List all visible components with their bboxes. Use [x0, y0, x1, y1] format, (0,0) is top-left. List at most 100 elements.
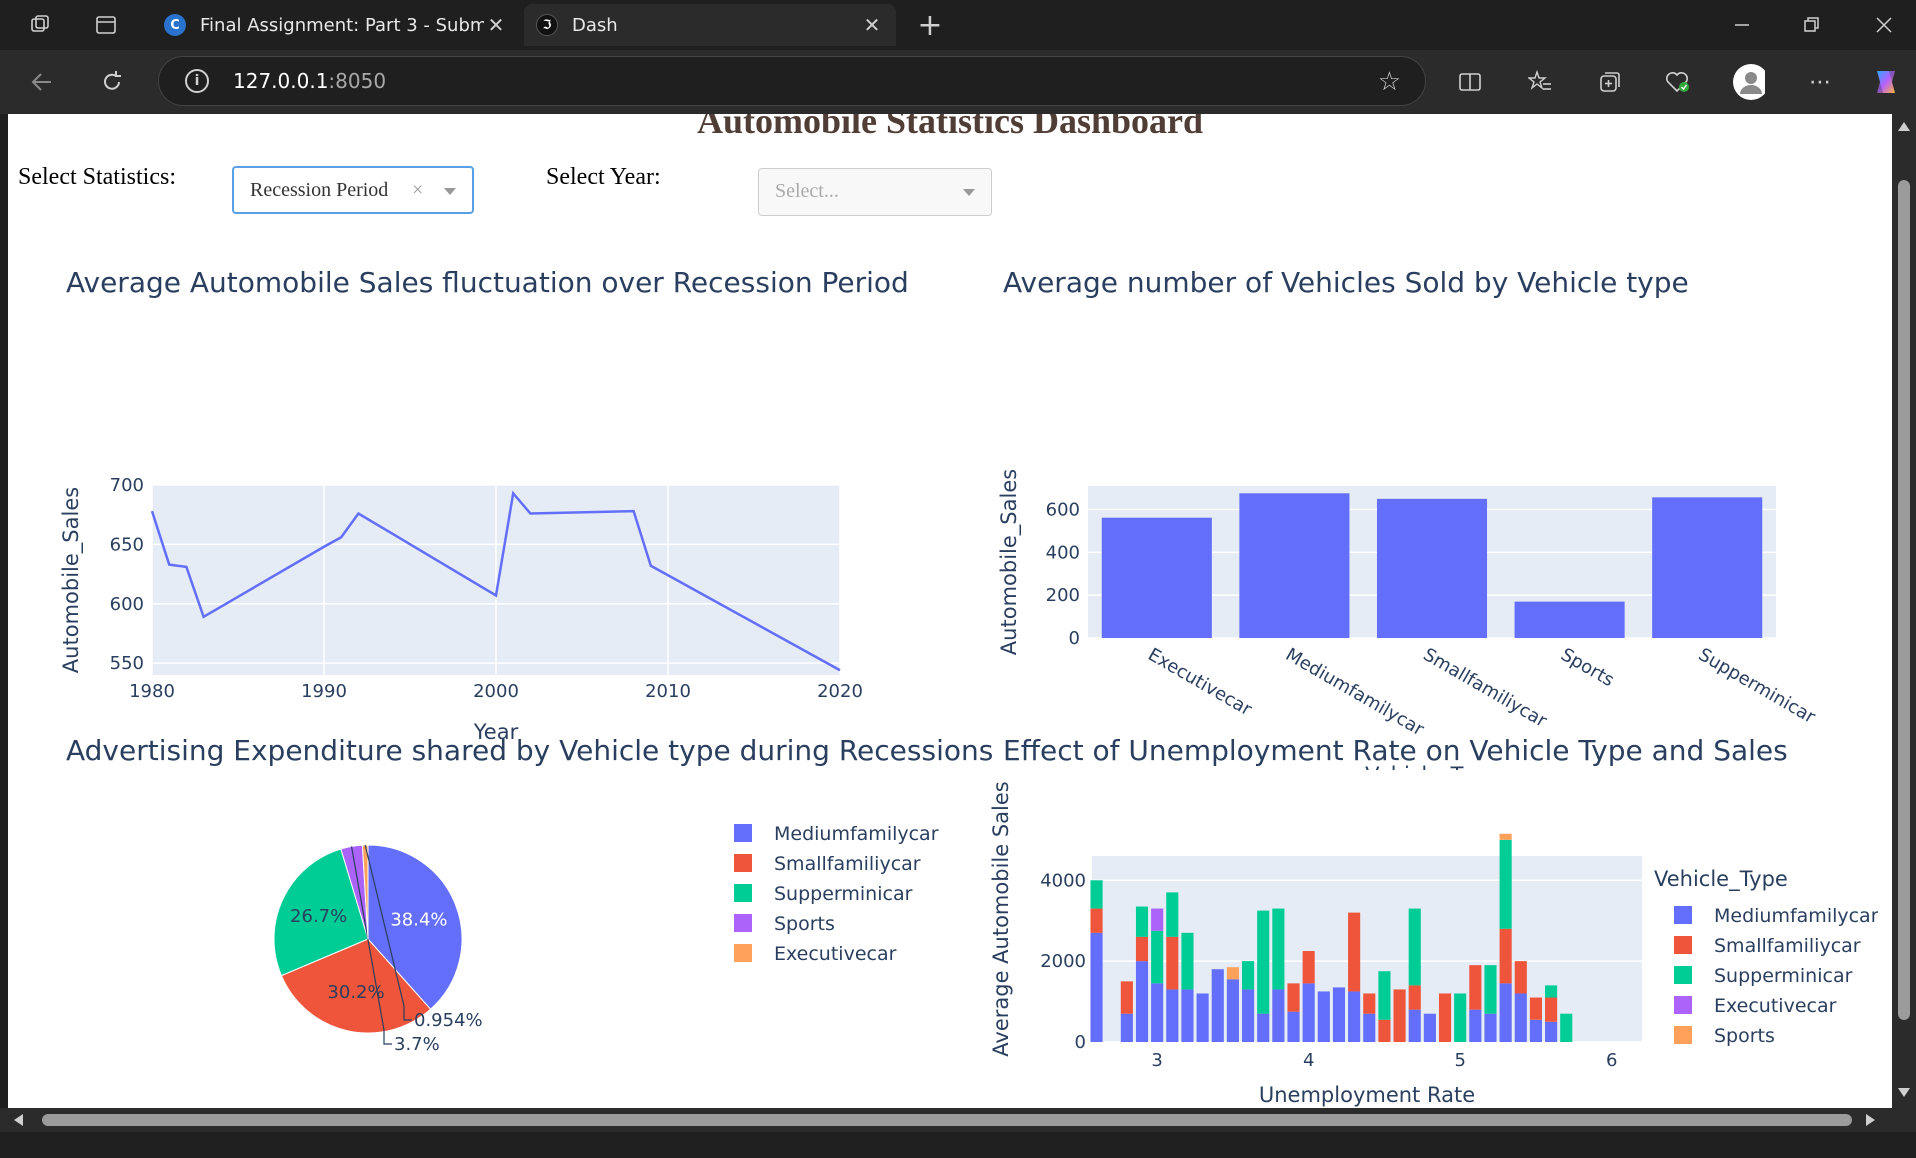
bar-segment — [1484, 965, 1497, 1014]
url-bar[interactable]: i 127.0.0.1:8050 ☆ — [158, 56, 1426, 106]
x-tick-label: 2000 — [473, 681, 519, 702]
vertical-scroll-thumb[interactable] — [1898, 180, 1910, 1020]
year-dropdown[interactable]: Select... — [758, 168, 992, 216]
x-tick-label: 1980 — [129, 681, 175, 702]
bar-segment — [1120, 1013, 1133, 1042]
horizontal-scroll-thumb[interactable] — [42, 1114, 1852, 1126]
bar — [1652, 497, 1763, 638]
bar-segment — [1393, 989, 1406, 1042]
y-tick-label: 0 — [1075, 1032, 1086, 1053]
tab-title: Final Assignment: Part 3 - Submis — [200, 14, 484, 36]
legend-swatch — [1674, 966, 1692, 984]
more-options-icon[interactable]: ⋯ — [1804, 66, 1836, 98]
legend-label: Sports — [1714, 1025, 1775, 1047]
window-close-icon[interactable] — [1868, 9, 1900, 41]
bar-segment — [1560, 1013, 1573, 1042]
bar-segment — [1242, 961, 1255, 990]
slice-label: 26.7% — [290, 906, 347, 927]
collections-icon[interactable] — [1594, 66, 1626, 98]
horizontal-scrollbar[interactable] — [0, 1108, 1916, 1132]
bar-segment — [1317, 991, 1330, 1042]
back-icon[interactable] — [26, 66, 58, 98]
tab-title: Dash — [572, 14, 618, 36]
y-tick-label: 0 — [1069, 628, 1080, 649]
bar-segment — [1363, 993, 1376, 1014]
vertical-scrollbar[interactable] — [1892, 114, 1916, 1108]
slice-label: 0.954% — [414, 1010, 483, 1031]
legend-swatch — [1674, 1026, 1692, 1044]
restore-icon[interactable] — [1796, 9, 1828, 41]
bar-segment — [1423, 1013, 1436, 1042]
bar-segment — [1469, 965, 1482, 1010]
bar-segment — [1226, 967, 1239, 980]
tab-dash[interactable]: ℑ Dash ✕ — [524, 4, 896, 46]
dash-icon: ℑ — [536, 14, 558, 36]
info-icon[interactable]: i — [185, 69, 209, 93]
bar-segment — [1378, 1019, 1391, 1042]
bar-segment — [1135, 961, 1149, 1042]
dashboard-title: Automobile Statistics Dashboard — [696, 114, 1204, 141]
bar-segment — [1181, 989, 1194, 1042]
bar-segment — [1484, 1013, 1497, 1042]
bar — [1101, 517, 1212, 638]
refresh-icon[interactable] — [96, 66, 128, 98]
bar-segment — [1348, 991, 1361, 1042]
y-tick-label: 650 — [110, 534, 144, 555]
legend-swatch — [734, 854, 752, 872]
x-tick-label: Executivecar — [1144, 644, 1255, 720]
y-tick-label: 600 — [1046, 500, 1080, 521]
minimize-icon[interactable] — [1726, 9, 1758, 41]
bar-segment — [1408, 908, 1421, 986]
bar-segment — [1302, 983, 1315, 1042]
legend-swatch — [734, 944, 752, 962]
bar-segment — [1135, 936, 1149, 962]
favorites-icon[interactable] — [1524, 66, 1556, 98]
bar-segment — [1287, 1011, 1300, 1042]
statistics-dropdown[interactable]: Recession Period × — [232, 166, 474, 214]
bar-segment — [1514, 961, 1527, 994]
x-axis-label: Unemployment Rate — [1259, 1083, 1475, 1107]
x-tick-label: 1990 — [301, 681, 347, 702]
scroll-down-icon[interactable] — [1898, 1088, 1910, 1097]
favorite-star-icon[interactable]: ☆ — [1378, 67, 1401, 97]
bar-segment — [1090, 880, 1103, 909]
bar-segment — [1166, 892, 1179, 937]
legend-label: Executivecar — [774, 943, 897, 965]
scroll-up-icon[interactable] — [1898, 122, 1910, 131]
tab-assignment[interactable]: C Final Assignment: Part 3 - Submis ✕ — [152, 4, 520, 46]
bar-segment — [1545, 1021, 1558, 1042]
bar-segment — [1545, 985, 1558, 998]
chevron-down-icon[interactable] — [444, 188, 456, 195]
close-icon[interactable]: ✕ — [484, 13, 508, 37]
bar-segment — [1514, 993, 1527, 1042]
legend-swatch — [734, 914, 752, 932]
stacked-bar-chart: 0 2000 4000 3 4 5 6 Unemployment Rate Average Au… — [989, 781, 1878, 1107]
statistics-dropdown-value: Recession Period — [250, 179, 389, 201]
bar-segment — [1499, 839, 1512, 929]
tab-actions-icon[interactable] — [90, 9, 122, 41]
browser-essentials-icon[interactable] — [1662, 66, 1694, 98]
select-year-label: Select Year: — [546, 164, 661, 190]
new-tab-icon[interactable]: + — [914, 8, 946, 43]
bar-segment — [1135, 906, 1149, 937]
split-screen-icon[interactable] — [1454, 66, 1486, 98]
bar-segment — [1166, 936, 1179, 990]
slice-label: 3.7% — [394, 1034, 440, 1055]
close-icon[interactable]: ✕ — [860, 13, 884, 37]
browser-tab-bar: C Final Assignment: Part 3 - Submis ✕ ℑ … — [0, 0, 1916, 50]
bar-segment — [1287, 983, 1300, 1012]
y-tick-label: 400 — [1046, 542, 1080, 563]
scroll-right-icon[interactable] — [1866, 1114, 1875, 1126]
workspaces-icon[interactable] — [24, 9, 56, 41]
legend-swatch — [1674, 936, 1692, 954]
bar-segment — [1408, 1009, 1421, 1042]
profile-avatar[interactable] — [1733, 64, 1765, 100]
legend-swatch — [734, 824, 752, 842]
bar-segment — [1348, 912, 1361, 992]
scroll-left-icon[interactable] — [14, 1114, 23, 1126]
copilot-icon[interactable] — [1870, 66, 1902, 98]
clear-icon[interactable]: × — [412, 179, 423, 202]
bar-segment — [1151, 930, 1164, 984]
line-chart: 1980 1990 2000 2010 2020 550 600 650 700 Year Auto… — [59, 475, 863, 744]
chevron-down-icon[interactable] — [963, 189, 975, 196]
